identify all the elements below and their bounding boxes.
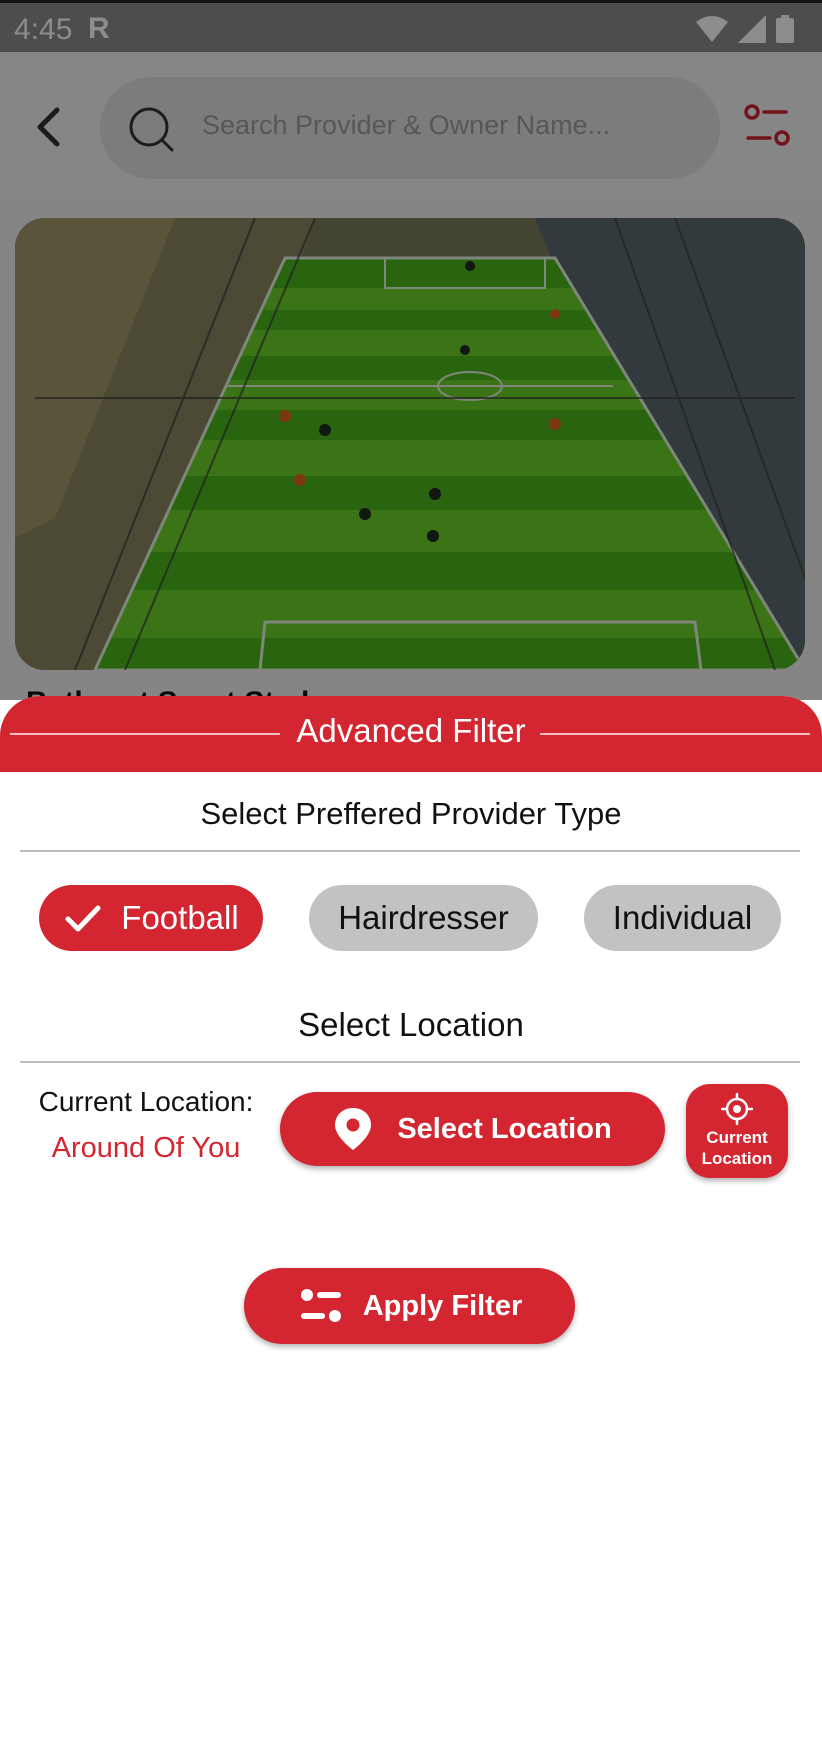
search-topbar: Search Provider & Owner Name... — [0, 52, 822, 202]
battery-icon — [776, 15, 794, 43]
chevron-left-icon — [37, 107, 60, 147]
chip-label: Individual — [612, 899, 753, 936]
chip-football[interactable]: Football — [39, 885, 263, 951]
signal-icon — [738, 15, 766, 43]
chip-hairdresser[interactable]: Hairdresser — [309, 885, 538, 951]
location-pin-icon — [335, 1108, 372, 1150]
search-box[interactable]: Search Provider & Owner Name... — [100, 77, 720, 179]
status-icons — [696, 15, 794, 43]
provider-section-divider — [20, 850, 800, 852]
select-location-label: Select Location — [397, 1112, 612, 1145]
check-icon — [65, 905, 101, 932]
location-section-title: Select Location — [298, 1006, 524, 1043]
chip-individual[interactable]: Individual — [584, 885, 781, 951]
search-icon — [129, 107, 174, 152]
current-location-button-label: Current Location — [701, 1128, 773, 1168]
crosshair-icon — [721, 1093, 753, 1125]
status-bar: 4:45 R — [0, 0, 822, 52]
sheet-header: Advanced Filter — [0, 696, 822, 772]
current-location-label: Current Location: — [38, 1086, 254, 1117]
chip-label: Football — [121, 899, 239, 936]
status-time: 4:45 — [14, 13, 73, 46]
filter-button[interactable] — [742, 102, 792, 152]
apply-filter-label: Apply Filter — [362, 1289, 523, 1322]
location-section-divider — [20, 1061, 800, 1063]
sheet-title: Advanced Filter — [296, 712, 526, 749]
listing-photo[interactable] — [15, 218, 805, 670]
background-page: 4:45 R Search Provider & Owner Name... — [0, 0, 822, 700]
football-pitch-image — [15, 218, 805, 670]
apply-filter-button[interactable]: Apply Filter — [244, 1268, 575, 1344]
select-location-button[interactable]: Select Location — [280, 1092, 665, 1166]
advanced-filter-sheet: Advanced Filter Select Preffered Provide… — [0, 696, 822, 1738]
back-button[interactable] — [28, 102, 68, 152]
current-location-button[interactable]: Current Location — [686, 1084, 788, 1178]
carrier-badge: R — [88, 12, 110, 45]
current-location-value: Around Of You — [51, 1132, 241, 1164]
filter-icon — [744, 104, 790, 146]
provider-section-title: Select Preffered Provider Type — [200, 796, 622, 831]
filter-icon — [300, 1289, 341, 1322]
chip-label: Hairdresser — [338, 899, 509, 936]
wifi-icon — [696, 16, 728, 42]
search-input[interactable]: Search Provider & Owner Name... — [202, 110, 610, 141]
